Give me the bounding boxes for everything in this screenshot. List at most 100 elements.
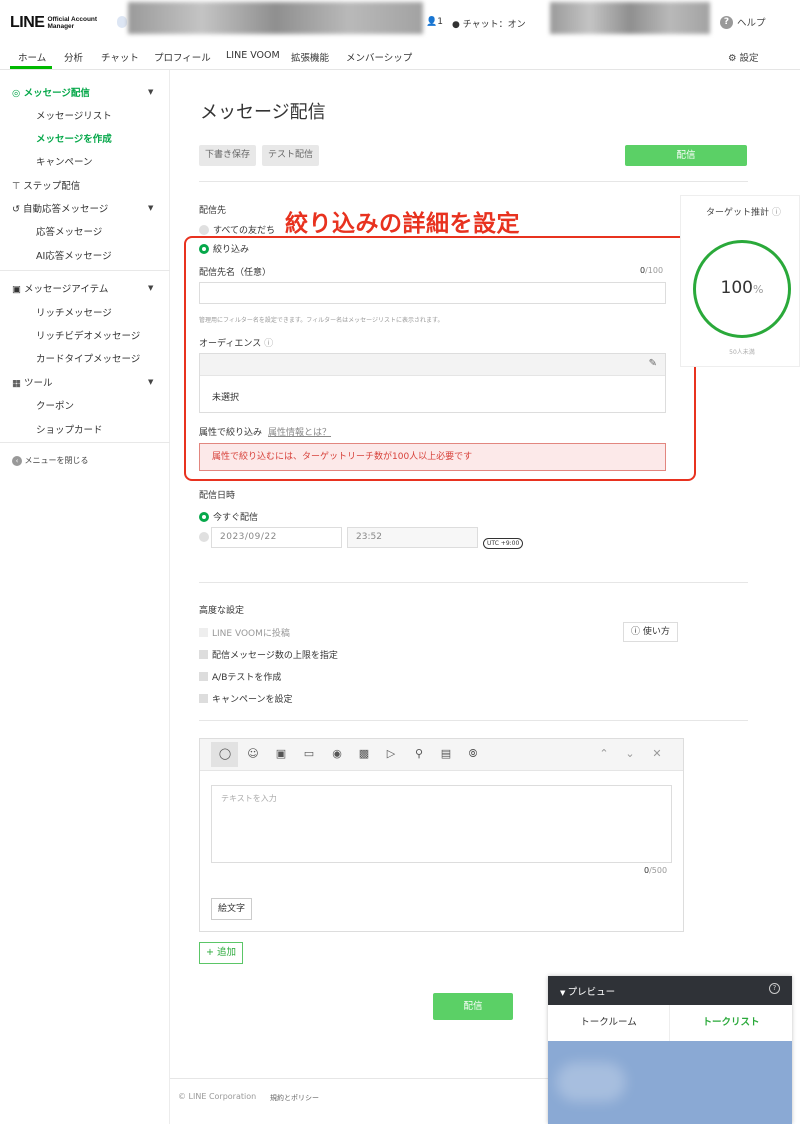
sticker-icon[interactable]: ☺ xyxy=(245,747,261,760)
chat-status[interactable]: ● チャット：オン xyxy=(452,17,526,30)
recipients-label: 配信先 xyxy=(199,206,227,216)
sidebar-card-type-message[interactable]: カードタイプメッセージ xyxy=(36,351,140,365)
sidebar-shop-card[interactable]: ショップカード xyxy=(36,422,103,436)
add-message-button[interactable]: + 追加 xyxy=(199,942,243,964)
nav-extensions[interactable]: 拡張機能 xyxy=(291,50,329,64)
divider xyxy=(199,720,748,721)
radio-icon xyxy=(199,511,209,522)
sidebar-rich-message[interactable]: リッチメッセージ xyxy=(36,305,112,319)
chat-bubble-icon: ● xyxy=(452,20,463,30)
nav-line-voom[interactable]: LINE VOOM xyxy=(226,50,280,61)
radio-send-now[interactable]: 今すぐ配信 xyxy=(199,510,258,523)
nav-chat[interactable]: チャット xyxy=(101,50,139,64)
chevron-down-icon[interactable]: ▼ xyxy=(148,378,153,386)
target-percent: 100% xyxy=(720,278,764,298)
video-play-icon[interactable]: ▷ xyxy=(383,747,399,760)
settings-link[interactable]: ⚙ 設定 xyxy=(728,50,759,64)
schedule-label: 配信日時 xyxy=(199,491,236,501)
page-title: メッセージ配信 xyxy=(200,102,326,123)
radio-icon xyxy=(199,224,209,235)
save-draft-button[interactable]: 下書き保存 xyxy=(199,145,257,166)
preview-title[interactable]: ▼ プレビュー xyxy=(560,984,615,998)
sidebar-ai-reply[interactable]: AI応答メッセージ xyxy=(36,248,112,262)
image-icon[interactable]: ▣ xyxy=(273,747,289,760)
chevron-down-icon[interactable]: ⌄ xyxy=(622,747,638,760)
divider xyxy=(199,582,748,583)
usage-button[interactable]: ⓘ 使い方 xyxy=(623,622,678,642)
reply-icon: ↺ xyxy=(12,204,23,215)
emoji-button[interactable]: 絵文字 xyxy=(211,898,252,920)
text-char-counter: 0/500 xyxy=(644,866,668,875)
chevron-down-icon[interactable]: ▼ xyxy=(148,204,153,212)
chevron-left-icon: ‹ xyxy=(12,456,22,466)
rich-message-icon[interactable]: ◉ xyxy=(329,747,345,760)
date-input[interactable]: 2023/09/22 xyxy=(211,527,342,548)
chevron-down-icon[interactable]: ▼ xyxy=(148,284,153,292)
sidebar-rich-video-message[interactable]: リッチビデオメッセージ xyxy=(36,328,140,342)
checkbox-ab-test[interactable]: A/Bテストを作成 xyxy=(199,670,281,683)
checkbox-icon xyxy=(199,628,208,637)
test-send-button[interactable]: テスト配信 xyxy=(262,145,320,166)
nav-membership[interactable]: メンバーシップ xyxy=(346,50,412,64)
text-placeholder: テキストを入力 xyxy=(221,794,277,803)
sidebar-close-menu[interactable]: ‹ メニューを閉じる xyxy=(12,455,89,466)
help-icon[interactable]: ? xyxy=(769,983,780,994)
copyright: © LINE Corporation xyxy=(178,1092,257,1101)
close-icon[interactable]: ✕ xyxy=(649,747,665,760)
item-box-icon: ▣ xyxy=(12,284,24,295)
sidebar-step-delivery[interactable]: ⊤ ステップ配信 xyxy=(12,178,80,192)
sidebar-auto-reply[interactable]: ↺ 自動応答メッセージ xyxy=(12,201,108,215)
footer-divider xyxy=(170,1078,550,1079)
card-icon[interactable]: ⦾ xyxy=(465,747,481,761)
sidebar: ◎ メッセージ配信 ▼ メッセージリスト メッセージを作成 キャンペーン ⊤ ス… xyxy=(0,70,170,1124)
radio-scheduled[interactable] xyxy=(199,532,209,542)
divider xyxy=(199,181,748,182)
main-nav: ホーム 分析 チャット プロフィール LINE VOOM 拡張機能 メンバーシッ… xyxy=(0,44,800,70)
sidebar-campaign[interactable]: キャンペーン xyxy=(36,154,93,168)
member-count[interactable]: 👤1 xyxy=(426,17,443,27)
sidebar-coupon[interactable]: クーポン xyxy=(36,398,74,412)
time-input[interactable]: 23:52 xyxy=(347,527,478,548)
sidebar-create-message[interactable]: メッセージを作成 xyxy=(36,131,112,145)
account-avatar[interactable] xyxy=(117,16,127,28)
account-name-redacted xyxy=(128,2,423,34)
checkbox-line-voom[interactable]: LINE VOOMに投稿 xyxy=(199,626,290,639)
text-bubble-icon[interactable]: ◯ xyxy=(217,747,233,760)
radio-all-friends[interactable]: すべての友だち xyxy=(199,223,275,236)
person-icon: 👤 xyxy=(426,17,438,27)
sidebar-reply-message[interactable]: 応答メッセージ xyxy=(36,224,102,238)
voice-mic-icon[interactable]: ⚲ xyxy=(411,747,427,760)
checkbox-campaign[interactable]: キャンペーンを設定 xyxy=(199,692,293,705)
target-count: 50人未満 xyxy=(729,349,755,356)
annotation-highlight-box xyxy=(184,236,696,481)
message-text-input[interactable]: テキストを入力 xyxy=(211,785,672,863)
chevron-down-icon[interactable]: ▼ xyxy=(148,88,153,96)
target-icon: ◎ xyxy=(12,88,24,99)
target-estimate-title: ターゲット推計 ⓘ xyxy=(706,208,781,218)
sidebar-message-list[interactable]: メッセージリスト xyxy=(36,108,112,122)
survey-icon[interactable]: ▤ xyxy=(438,747,454,760)
send-button-bottom[interactable]: 配信 xyxy=(433,993,513,1020)
line-oa-logo[interactable]: LINE Official Account Manager xyxy=(10,14,97,32)
logo-main: LINE xyxy=(10,14,45,31)
info-icon: ⓘ xyxy=(771,208,781,218)
tab-talklist[interactable]: トークリスト xyxy=(669,1005,792,1041)
sidebar-message-delivery[interactable]: ◎ メッセージ配信 xyxy=(12,85,90,99)
chevron-up-icon[interactable]: ⌃ xyxy=(596,747,612,760)
nav-profile[interactable]: プロフィール xyxy=(154,50,211,64)
checkbox-icon xyxy=(199,672,208,681)
logo-sub: Official Account Manager xyxy=(47,16,98,30)
send-button-top[interactable]: 配信 xyxy=(625,145,747,166)
timezone-badge: UTC +9:00 xyxy=(483,538,524,549)
coupon-icon[interactable]: ▭ xyxy=(301,747,317,760)
video-frame-icon[interactable]: ▩ xyxy=(356,747,372,760)
terms-policy-link[interactable]: 規約とポリシー xyxy=(270,1093,319,1103)
tab-talkroom[interactable]: トークルーム xyxy=(548,1005,669,1041)
sidebar-message-items[interactable]: ▣ メッセージアイテム xyxy=(12,281,108,295)
help-link[interactable]: ? ヘルプ xyxy=(720,15,766,29)
help-icon: ? xyxy=(720,15,733,29)
sidebar-tools[interactable]: ▦ ツール xyxy=(12,375,53,389)
nav-home[interactable]: ホーム xyxy=(18,50,46,64)
checkbox-message-limit[interactable]: 配信メッセージ数の上限を指定 xyxy=(199,648,338,661)
nav-analytics[interactable]: 分析 xyxy=(64,50,83,64)
